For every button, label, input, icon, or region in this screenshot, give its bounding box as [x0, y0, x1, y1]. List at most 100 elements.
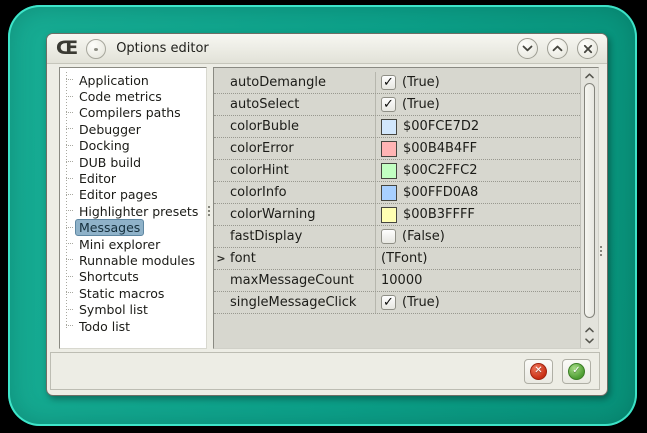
chevron-up-icon: [585, 73, 594, 79]
checkbox-icon[interactable]: [381, 229, 396, 244]
property-name[interactable]: colorError: [228, 138, 376, 159]
property-value-text: (True): [402, 75, 440, 90]
close-button[interactable]: [577, 38, 598, 59]
sidebar-item-label: Debugger: [75, 121, 145, 138]
sidebar-item-messages[interactable]: Messages: [60, 220, 206, 236]
sidebar-item-symbol-list[interactable]: Symbol list: [60, 301, 206, 317]
checkbox-icon[interactable]: ✓: [381, 75, 396, 90]
property-value[interactable]: $00C2FFC2: [376, 160, 580, 181]
color-swatch[interactable]: [381, 185, 397, 201]
window-menu-button[interactable]: [86, 39, 106, 59]
property-row-colorHint[interactable]: colorHint $00C2FFC2: [214, 160, 580, 182]
checkbox-icon[interactable]: ✓: [381, 295, 396, 310]
property-name[interactable]: colorBuble: [228, 116, 376, 137]
property-row-font[interactable]: >font (TFont): [214, 248, 580, 270]
sidebar-item-label: DUB build: [75, 154, 145, 171]
row-indicator: [214, 292, 228, 313]
property-name[interactable]: autoSelect: [228, 94, 376, 115]
sidebar-item-editor-pages[interactable]: Editor pages: [60, 187, 206, 203]
sidebar-item-application[interactable]: Application: [60, 72, 206, 88]
category-tree[interactable]: ApplicationCode metricsCompilers pathsDe…: [59, 67, 207, 349]
sidebar-item-editor[interactable]: Editor: [60, 170, 206, 186]
property-name[interactable]: singleMessageClick: [228, 292, 376, 313]
sidebar-item-runnable-modules[interactable]: Runnable modules: [60, 252, 206, 268]
sidebar-item-dub-build[interactable]: DUB build: [60, 154, 206, 170]
sidebar-item-label: Docking: [75, 137, 134, 154]
property-name[interactable]: font: [228, 248, 376, 269]
options-tree: ApplicationCode metricsCompilers pathsDe…: [60, 68, 206, 334]
property-name[interactable]: fastDisplay: [228, 226, 376, 247]
property-row-colorError[interactable]: colorError $00B4B4FF: [214, 138, 580, 160]
sidebar-item-shortcuts[interactable]: Shortcuts: [60, 269, 206, 285]
property-name[interactable]: colorWarning: [228, 204, 376, 225]
property-value-text: $00B3FFFF: [403, 207, 475, 222]
cancel-button[interactable]: ✕: [524, 359, 553, 384]
property-value-text: (True): [402, 295, 440, 310]
property-value-text: $00C2FFC2: [403, 163, 477, 178]
color-swatch[interactable]: [381, 163, 397, 179]
row-indicator: [214, 204, 228, 225]
unshade-button[interactable]: [547, 38, 568, 59]
property-value[interactable]: ✓ (True): [376, 94, 580, 115]
property-name[interactable]: maxMessageCount: [228, 270, 376, 291]
color-swatch[interactable]: [381, 119, 397, 135]
property-value[interactable]: ✓ (True): [376, 72, 580, 93]
color-swatch[interactable]: [381, 141, 397, 157]
property-value[interactable]: $00B4B4FF: [376, 138, 580, 159]
property-name[interactable]: colorInfo: [228, 182, 376, 203]
sidebar-item-static-macros[interactable]: Static macros: [60, 285, 206, 301]
property-row-maxMessageCount[interactable]: maxMessageCount10000: [214, 270, 580, 292]
property-row-autoDemangle[interactable]: autoDemangle ✓ (True): [214, 72, 580, 94]
sidebar-item-label: Static macros: [75, 285, 168, 302]
sidebar-item-compilers-paths[interactable]: Compilers paths: [60, 105, 206, 121]
property-value-text: (TFont): [381, 251, 427, 266]
property-row-colorInfo[interactable]: colorInfo$00FFD0A8: [214, 182, 580, 204]
property-name[interactable]: autoDemangle: [228, 72, 376, 93]
screen: Œ Options editor ApplicationCode metrics…: [0, 0, 647, 433]
sidebar-item-highlighter-presets[interactable]: Highlighter presets: [60, 203, 206, 219]
property-row-colorWarning[interactable]: colorWarning $00B3FFFF: [214, 204, 580, 226]
scroll-down-button[interactable]: [585, 335, 594, 346]
scrollbar-thumb[interactable]: [584, 83, 595, 318]
row-indicator: [214, 270, 228, 291]
sidebar-item-mini-explorer[interactable]: Mini explorer: [60, 236, 206, 252]
sidebar-item-label: Symbol list: [75, 301, 152, 318]
sidebar-item-label: Editor: [75, 170, 120, 187]
property-value[interactable]: $00B3FFFF: [376, 204, 580, 225]
property-value[interactable]: (TFont): [376, 248, 580, 269]
vertical-scrollbar[interactable]: [580, 68, 598, 348]
sidebar-item-docking[interactable]: Docking: [60, 138, 206, 154]
property-row-colorBuble[interactable]: colorBuble $00FCE7D2: [214, 116, 580, 138]
property-value[interactable]: $00FFD0A8: [376, 182, 580, 203]
checkbox-icon[interactable]: ✓: [381, 97, 396, 112]
resize-grip[interactable]: [600, 246, 602, 257]
property-row-fastDisplay[interactable]: fastDisplay(False): [214, 226, 580, 248]
scroll-up-button[interactable]: [585, 70, 594, 81]
sidebar-item-label: Todo list: [75, 318, 134, 335]
property-value[interactable]: 10000: [376, 270, 580, 291]
property-row-singleMessageClick[interactable]: singleMessageClick ✓ (True): [214, 292, 580, 314]
row-indicator: >: [214, 248, 228, 269]
sidebar-item-label: Editor pages: [75, 186, 162, 203]
color-swatch[interactable]: [381, 207, 397, 223]
property-value[interactable]: ✓ (True): [376, 292, 580, 313]
titlebar[interactable]: Œ Options editor: [47, 34, 607, 64]
property-value[interactable]: (False): [376, 226, 580, 247]
sidebar-item-label: Messages: [75, 219, 144, 236]
property-value-text: $00FCE7D2: [403, 119, 479, 134]
shade-button[interactable]: [517, 38, 538, 59]
property-value-text: (True): [402, 97, 440, 112]
scroll-up-button-2[interactable]: [585, 324, 594, 335]
sidebar-item-todo-list[interactable]: Todo list: [60, 318, 206, 334]
property-grid[interactable]: autoDemangle ✓ (True) autoSelect ✓ (True) colo…: [213, 67, 599, 349]
accept-icon: ✓: [568, 363, 585, 380]
accept-button[interactable]: ✓: [562, 359, 591, 384]
splitter-grip[interactable]: [208, 206, 210, 217]
sidebar-item-debugger[interactable]: Debugger: [60, 121, 206, 137]
sidebar-item-code-metrics[interactable]: Code metrics: [60, 88, 206, 104]
footer-bar: ✕ ✓: [50, 352, 600, 390]
property-row-autoSelect[interactable]: autoSelect ✓ (True): [214, 94, 580, 116]
property-value-text: $00B4B4FF: [403, 141, 477, 156]
property-name[interactable]: colorHint: [228, 160, 376, 181]
property-value[interactable]: $00FCE7D2: [376, 116, 580, 137]
